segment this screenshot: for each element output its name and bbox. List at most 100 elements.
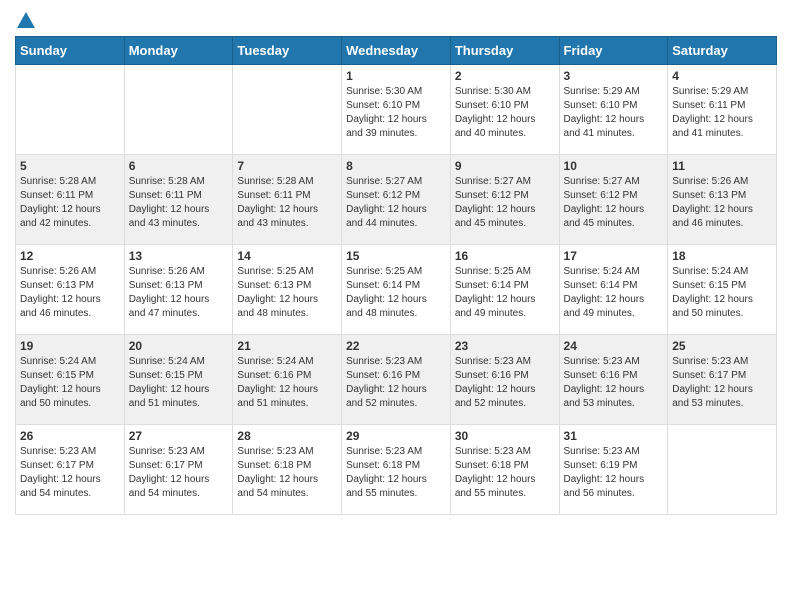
day-info: Sunrise: 5:23 AM Sunset: 6:18 PM Dayligh… <box>455 445 555 501</box>
day-number: 23 <box>455 339 555 353</box>
calendar-cell: 19 Sunrise: 5:24 AM Sunset: 6:15 PM Dayli… <box>16 335 125 425</box>
day-number: 14 <box>237 249 337 263</box>
calendar-cell: 23 Sunrise: 5:23 AM Sunset: 6:16 PM Dayli… <box>450 335 559 425</box>
day-info: Sunrise: 5:27 AM Sunset: 6:12 PM Dayligh… <box>455 175 555 231</box>
calendar-cell: 1 Sunrise: 5:30 AM Sunset: 6:10 PM Daylig… <box>342 65 451 155</box>
day-number: 30 <box>455 429 555 443</box>
calendar-cell: 22 Sunrise: 5:23 AM Sunset: 6:16 PM Dayli… <box>342 335 451 425</box>
day-number: 31 <box>564 429 664 443</box>
day-number: 27 <box>129 429 229 443</box>
calendar-cell: 31 Sunrise: 5:23 AM Sunset: 6:19 PM Dayli… <box>559 425 668 515</box>
day-info: Sunrise: 5:26 AM Sunset: 6:13 PM Dayligh… <box>672 175 772 231</box>
calendar-cell: 17 Sunrise: 5:24 AM Sunset: 6:14 PM Dayli… <box>559 245 668 335</box>
calendar-header-friday: Friday <box>559 37 668 65</box>
calendar-cell: 14 Sunrise: 5:25 AM Sunset: 6:13 PM Dayli… <box>233 245 342 335</box>
calendar-cell: 12 Sunrise: 5:26 AM Sunset: 6:13 PM Dayli… <box>16 245 125 335</box>
calendar-cell: 25 Sunrise: 5:23 AM Sunset: 6:17 PM Dayli… <box>668 335 777 425</box>
day-number: 4 <box>672 69 772 83</box>
day-info: Sunrise: 5:23 AM Sunset: 6:17 PM Dayligh… <box>20 445 120 501</box>
calendar-cell: 8 Sunrise: 5:27 AM Sunset: 6:12 PM Daylig… <box>342 155 451 245</box>
day-number: 22 <box>346 339 446 353</box>
day-info: Sunrise: 5:26 AM Sunset: 6:13 PM Dayligh… <box>129 265 229 321</box>
day-info: Sunrise: 5:28 AM Sunset: 6:11 PM Dayligh… <box>237 175 337 231</box>
logo <box>15 10 37 28</box>
calendar-cell: 28 Sunrise: 5:23 AM Sunset: 6:18 PM Dayli… <box>233 425 342 515</box>
calendar-cell: 5 Sunrise: 5:28 AM Sunset: 6:11 PM Daylig… <box>16 155 125 245</box>
day-info: Sunrise: 5:27 AM Sunset: 6:12 PM Dayligh… <box>346 175 446 231</box>
day-info: Sunrise: 5:23 AM Sunset: 6:17 PM Dayligh… <box>672 355 772 411</box>
day-number: 28 <box>237 429 337 443</box>
day-number: 12 <box>20 249 120 263</box>
day-number: 26 <box>20 429 120 443</box>
day-info: Sunrise: 5:23 AM Sunset: 6:16 PM Dayligh… <box>455 355 555 411</box>
calendar-cell: 26 Sunrise: 5:23 AM Sunset: 6:17 PM Dayli… <box>16 425 125 515</box>
day-number: 25 <box>672 339 772 353</box>
day-number: 1 <box>346 69 446 83</box>
calendar-header-tuesday: Tuesday <box>233 37 342 65</box>
day-number: 9 <box>455 159 555 173</box>
calendar-cell: 21 Sunrise: 5:24 AM Sunset: 6:16 PM Dayli… <box>233 335 342 425</box>
day-info: Sunrise: 5:30 AM Sunset: 6:10 PM Dayligh… <box>455 85 555 141</box>
day-info: Sunrise: 5:23 AM Sunset: 6:17 PM Dayligh… <box>129 445 229 501</box>
calendar-header-sunday: Sunday <box>16 37 125 65</box>
day-number: 15 <box>346 249 446 263</box>
calendar-cell <box>124 65 233 155</box>
day-info: Sunrise: 5:24 AM Sunset: 6:16 PM Dayligh… <box>237 355 337 411</box>
calendar-header-row: SundayMondayTuesdayWednesdayThursdayFrid… <box>16 37 777 65</box>
day-info: Sunrise: 5:23 AM Sunset: 6:16 PM Dayligh… <box>564 355 664 411</box>
calendar-cell: 9 Sunrise: 5:27 AM Sunset: 6:12 PM Daylig… <box>450 155 559 245</box>
day-number: 8 <box>346 159 446 173</box>
calendar-week-row: 26 Sunrise: 5:23 AM Sunset: 6:17 PM Dayli… <box>16 425 777 515</box>
day-info: Sunrise: 5:24 AM Sunset: 6:14 PM Dayligh… <box>564 265 664 321</box>
day-info: Sunrise: 5:25 AM Sunset: 6:14 PM Dayligh… <box>346 265 446 321</box>
day-number: 3 <box>564 69 664 83</box>
calendar-cell <box>16 65 125 155</box>
day-number: 18 <box>672 249 772 263</box>
day-info: Sunrise: 5:25 AM Sunset: 6:13 PM Dayligh… <box>237 265 337 321</box>
calendar-cell: 15 Sunrise: 5:25 AM Sunset: 6:14 PM Dayli… <box>342 245 451 335</box>
day-number: 21 <box>237 339 337 353</box>
day-number: 2 <box>455 69 555 83</box>
day-info: Sunrise: 5:28 AM Sunset: 6:11 PM Dayligh… <box>129 175 229 231</box>
logo-icon <box>15 10 37 32</box>
day-number: 24 <box>564 339 664 353</box>
day-info: Sunrise: 5:28 AM Sunset: 6:11 PM Dayligh… <box>20 175 120 231</box>
day-number: 20 <box>129 339 229 353</box>
day-info: Sunrise: 5:30 AM Sunset: 6:10 PM Dayligh… <box>346 85 446 141</box>
day-number: 17 <box>564 249 664 263</box>
calendar-cell: 10Sunrise: 5:27 AM Sunset: 6:12 PM Dayli… <box>559 155 668 245</box>
calendar-header-saturday: Saturday <box>668 37 777 65</box>
calendar-cell: 20 Sunrise: 5:24 AM Sunset: 6:15 PM Dayli… <box>124 335 233 425</box>
day-info: Sunrise: 5:23 AM Sunset: 6:16 PM Dayligh… <box>346 355 446 411</box>
calendar-cell: 4 Sunrise: 5:29 AM Sunset: 6:11 PM Daylig… <box>668 65 777 155</box>
calendar-header-monday: Monday <box>124 37 233 65</box>
calendar-cell: 27 Sunrise: 5:23 AM Sunset: 6:17 PM Dayli… <box>124 425 233 515</box>
calendar-cell: 16 Sunrise: 5:25 AM Sunset: 6:14 PM Dayli… <box>450 245 559 335</box>
calendar-cell: 2 Sunrise: 5:30 AM Sunset: 6:10 PM Daylig… <box>450 65 559 155</box>
calendar-week-row: 5 Sunrise: 5:28 AM Sunset: 6:11 PM Daylig… <box>16 155 777 245</box>
calendar-table: SundayMondayTuesdayWednesdayThursdayFrid… <box>15 36 777 515</box>
day-info: Sunrise: 5:24 AM Sunset: 6:15 PM Dayligh… <box>129 355 229 411</box>
day-number: 29 <box>346 429 446 443</box>
day-info: Sunrise: 5:23 AM Sunset: 6:19 PM Dayligh… <box>564 445 664 501</box>
calendar-header-wednesday: Wednesday <box>342 37 451 65</box>
calendar-cell: 7 Sunrise: 5:28 AM Sunset: 6:11 PM Daylig… <box>233 155 342 245</box>
day-info: Sunrise: 5:24 AM Sunset: 6:15 PM Dayligh… <box>20 355 120 411</box>
day-info: Sunrise: 5:25 AM Sunset: 6:14 PM Dayligh… <box>455 265 555 321</box>
day-number: 19 <box>20 339 120 353</box>
calendar-header-thursday: Thursday <box>450 37 559 65</box>
day-info: Sunrise: 5:29 AM Sunset: 6:11 PM Dayligh… <box>672 85 772 141</box>
day-number: 7 <box>237 159 337 173</box>
day-info: Sunrise: 5:23 AM Sunset: 6:18 PM Dayligh… <box>237 445 337 501</box>
day-number: 5 <box>20 159 120 173</box>
day-number: 6 <box>129 159 229 173</box>
day-number: 13 <box>129 249 229 263</box>
day-info: Sunrise: 5:26 AM Sunset: 6:13 PM Dayligh… <box>20 265 120 321</box>
calendar-cell: 6 Sunrise: 5:28 AM Sunset: 6:11 PM Daylig… <box>124 155 233 245</box>
day-number: 16 <box>455 249 555 263</box>
calendar-week-row: 19 Sunrise: 5:24 AM Sunset: 6:15 PM Dayli… <box>16 335 777 425</box>
calendar-cell: 18Sunrise: 5:24 AM Sunset: 6:15 PM Dayli… <box>668 245 777 335</box>
calendar-cell: 24 Sunrise: 5:23 AM Sunset: 6:16 PM Dayli… <box>559 335 668 425</box>
calendar-cell: 11Sunrise: 5:26 AM Sunset: 6:13 PM Dayli… <box>668 155 777 245</box>
calendar-cell: 29Sunrise: 5:23 AM Sunset: 6:18 PM Dayli… <box>342 425 451 515</box>
